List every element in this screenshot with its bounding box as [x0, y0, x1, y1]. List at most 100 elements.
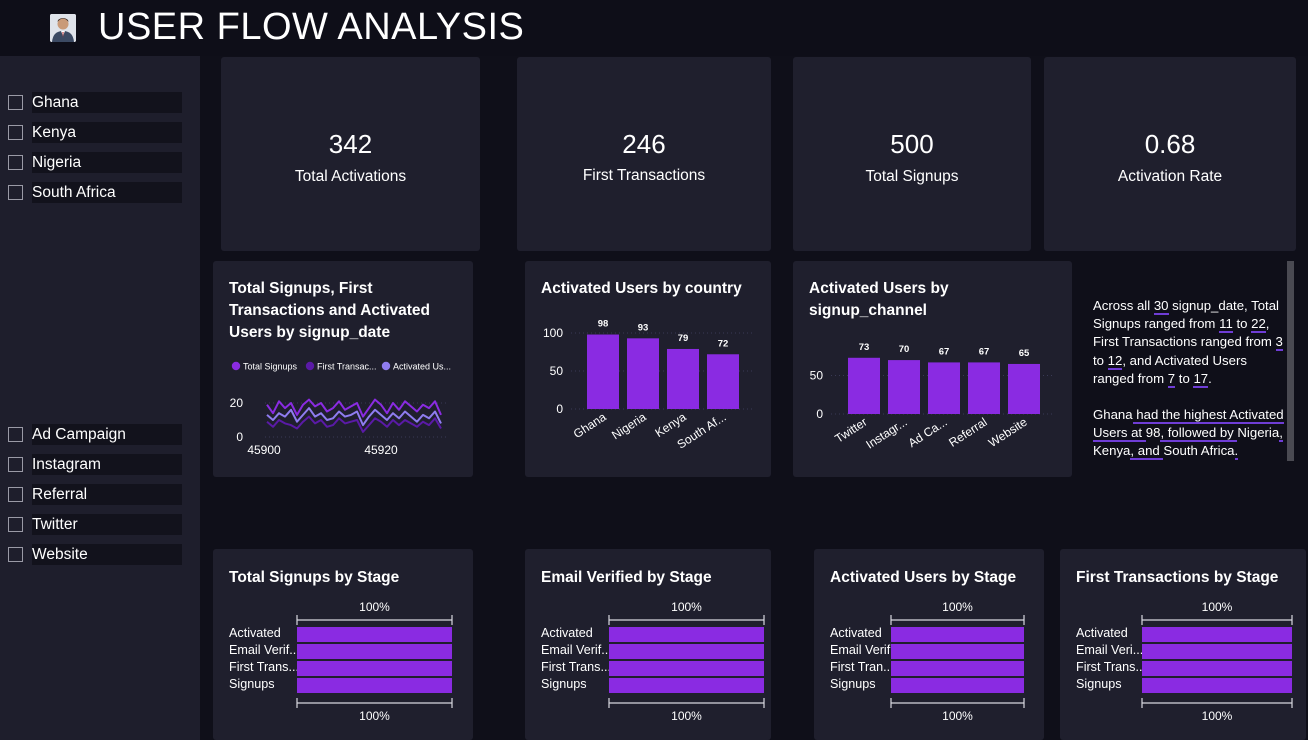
kpi-label: Total Activations	[294, 168, 407, 185]
funnel-top-percentage: 100%	[942, 600, 973, 614]
funnel-bottom-percentage: 100%	[359, 709, 390, 723]
stage-bar[interactable]	[297, 661, 452, 676]
stage-bar[interactable]	[609, 678, 764, 693]
checkbox[interactable]	[8, 487, 23, 502]
stage-label: Signups	[1076, 677, 1122, 691]
checkbox[interactable]	[8, 427, 23, 442]
channel-item-instagram[interactable]: Instagram	[8, 454, 184, 476]
y-tick-label: 0	[816, 407, 823, 421]
legend-label: Activated Us...	[393, 362, 451, 372]
slicer-item-label: Twitter	[32, 514, 182, 535]
bar[interactable]	[627, 338, 659, 409]
funnel-top-percentage: 100%	[671, 600, 702, 614]
bar[interactable]	[968, 362, 1000, 414]
slicer-item-label: South Africa	[32, 182, 182, 203]
narrative-text: 98	[1145, 425, 1161, 441]
kpi-card-first-transactions: 246 First Transactions	[517, 57, 771, 251]
scrollbar[interactable]	[1287, 261, 1294, 461]
stage-bar[interactable]	[297, 627, 452, 642]
channel-item-website[interactable]: Website	[8, 544, 184, 566]
stage-label: Activated	[541, 626, 593, 640]
country-item-ghana[interactable]: Ghana	[8, 92, 184, 114]
funnel-card-3[interactable]: Activated Users by Stage 100% 100% Activate…	[814, 549, 1044, 740]
narrative-value: 17	[1193, 370, 1209, 388]
stage-bar[interactable]	[1142, 661, 1292, 676]
stage-label: First Trans...	[1076, 660, 1142, 674]
sidebar: Ghana Kenya Nigeria South Africa Ad Campaig…	[0, 56, 200, 740]
bar[interactable]	[707, 354, 739, 409]
stage-bar[interactable]	[1142, 627, 1292, 642]
legend-label: First Transac...	[317, 362, 377, 372]
stage-label: First Tran...	[830, 660, 891, 674]
narrative-text: Ghana	[1093, 407, 1133, 422]
bar[interactable]	[667, 348, 699, 409]
checkbox[interactable]	[8, 95, 23, 110]
country-chart-card[interactable]: Activated Users by country 100 50 0 98 Ghana…	[525, 261, 771, 477]
stage-bar[interactable]	[297, 678, 452, 693]
kpi-value: 500	[890, 129, 934, 159]
narrative-value: , and	[1130, 443, 1164, 461]
bar[interactable]	[848, 357, 880, 414]
funnel-card-2[interactable]: Email Verified by Stage 100% 100% Activated…	[525, 549, 771, 740]
country-item-kenya[interactable]: Kenya	[8, 122, 184, 144]
x-tick-label: Ghana	[571, 410, 609, 442]
funnel-card-4[interactable]: First Transactions by Stage 100% 100% Activ…	[1060, 549, 1306, 740]
channel-chart-card[interactable]: Activated Users by signup_channel 50 0 73 T…	[793, 261, 1072, 477]
narrative-paragraph-2: Ghana had the highest Activated Users at…	[1093, 406, 1285, 461]
stage-bar[interactable]	[609, 661, 764, 676]
bar[interactable]	[888, 360, 920, 414]
channel-item-referral[interactable]: Referral	[8, 484, 184, 506]
stage-bar[interactable]	[891, 678, 1024, 693]
stage-bar[interactable]	[609, 627, 764, 642]
stage-bar[interactable]	[609, 644, 764, 659]
x-tick-label: Website	[986, 415, 1030, 450]
checkbox[interactable]	[8, 155, 23, 170]
x-tick-label: Ad Ca...	[906, 415, 950, 450]
bar[interactable]	[587, 334, 619, 409]
stage-label: Signups	[541, 677, 587, 691]
stage-label: Email Verif...	[541, 643, 609, 657]
checkbox[interactable]	[8, 547, 23, 562]
funnel-top-percentage: 100%	[359, 600, 390, 614]
slicer-item-label: Referral	[32, 484, 182, 505]
stage-bar[interactable]	[1142, 678, 1292, 693]
bar[interactable]	[928, 362, 960, 414]
stage-bar[interactable]	[891, 627, 1024, 642]
funnel-top-percentage: 100%	[1201, 600, 1233, 614]
x-tick-label: Nigeria	[609, 410, 649, 443]
checkbox[interactable]	[8, 185, 23, 200]
checkbox[interactable]	[8, 517, 23, 532]
narrative-paragraph-1: Across all 30 signup_date, Total Signups…	[1093, 297, 1285, 388]
narrative-text: to	[1175, 370, 1194, 386]
checkbox[interactable]	[8, 457, 23, 472]
country-item-south-africa[interactable]: South Africa	[8, 182, 184, 204]
stage-bar[interactable]	[891, 644, 1024, 659]
slicer-item-label: Website	[32, 544, 182, 565]
stage-bar[interactable]	[1142, 644, 1292, 659]
narrative-value: , followed by	[1160, 425, 1238, 443]
slicer-item-label: Ghana	[32, 92, 182, 113]
narrative-text: South Africa	[1163, 443, 1235, 459]
narrative-text: Nigeria	[1237, 425, 1280, 441]
country-bar-chart: 10050098Ghana93Nigeria79Kenya72South Af.…	[543, 319, 755, 452]
kpi-label: Activation Rate	[1117, 168, 1223, 185]
data-label: 67	[979, 346, 990, 357]
narrative-text: Kenya	[1093, 443, 1131, 459]
page-title: USER FLOW ANALYSIS	[98, 6, 525, 48]
bar[interactable]	[1008, 363, 1040, 414]
stage-label: Signups	[830, 677, 876, 691]
stage-bar[interactable]	[891, 661, 1024, 676]
narrative-value: 30	[1153, 298, 1169, 315]
checkbox[interactable]	[8, 125, 23, 140]
stage-label: Email Veri...	[1076, 643, 1142, 657]
stage-label: Activated	[229, 626, 281, 640]
channel-item-ad-campaign[interactable]: Ad Campaign	[8, 424, 184, 446]
stage-bar[interactable]	[297, 644, 452, 659]
narrative-text: to	[1232, 316, 1252, 332]
line-chart-card[interactable]: Total Signups, First Transactions and Ac…	[213, 261, 473, 477]
channel-item-twitter[interactable]: Twitter	[8, 514, 184, 536]
narrative-text: .	[1208, 370, 1212, 386]
country-item-nigeria[interactable]: Nigeria	[8, 152, 184, 174]
funnel-card-1[interactable]: Total Signups by Stage 100% 100% Activated E…	[213, 549, 473, 740]
data-label: 79	[678, 333, 689, 344]
